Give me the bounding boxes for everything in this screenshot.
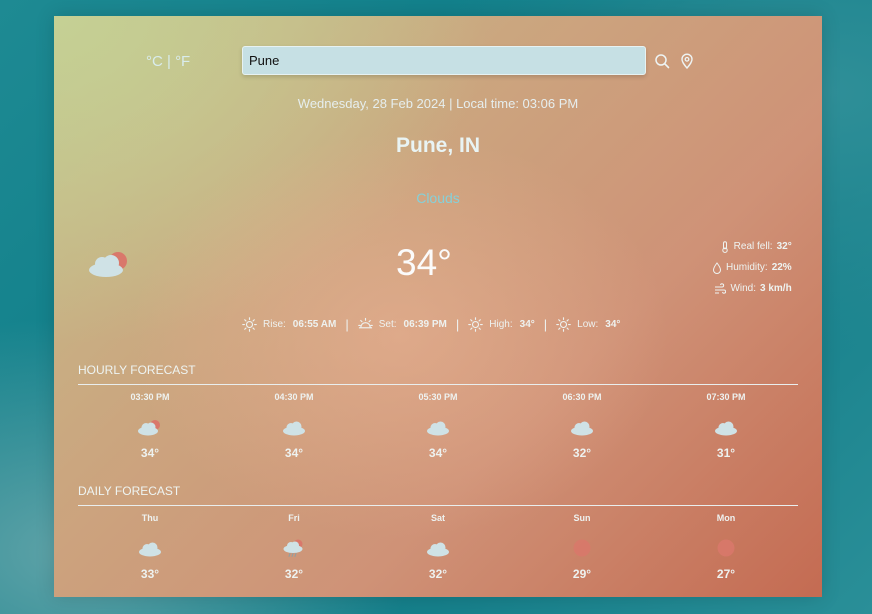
high-value: 34° [519,318,535,330]
hourly-item: 06:30 PM 32° [510,392,654,460]
daily-temp: 32° [428,567,448,581]
divider: | [345,316,349,332]
humidity-label: Humidity: [726,262,768,273]
real-feel-row: Real fell: 32° [712,236,792,257]
daily-item: Fri 32° [222,513,366,581]
hourly-forecast-row: 03:30 PM 34° 04:30 PM 34° 05:30 PM 34° 0… [78,392,798,460]
rain-cloud-icon [283,539,303,557]
daily-day: Fri [288,513,300,523]
wind-icon [715,282,727,294]
date-time: Wednesday, 28 Feb 2024 | Local time: 03:… [297,96,579,111]
hourly-item: 05:30 PM 34° [366,392,510,460]
sunset-item: Set: 06:39 PM [357,317,447,332]
cloud-icon [715,421,737,436]
hourly-icon-wrap [713,412,739,442]
hourly-temp: 34° [140,446,160,460]
daily-day: Sun [573,513,591,523]
hourly-temp: 31° [716,446,736,460]
daily-icon-wrap [425,533,451,563]
sunset-label: Set: [378,318,397,330]
thermometer-icon [721,240,728,253]
real-feel-value: 32° [776,241,792,252]
sunrise-icon [242,316,257,332]
daily-icon-wrap [572,533,592,563]
daily-temp: 29° [572,567,592,581]
wind-value: 3 km/h [760,283,792,294]
daily-divider [78,505,798,506]
high-label: High: [489,318,513,330]
sun-icon [556,316,571,332]
current-details: Real fell: 32° Humidity: 22% Wind: 3 km/… [712,236,792,299]
high-item: High: 34° [468,316,535,332]
daily-day: Mon [716,513,736,523]
wind-row: Wind: 3 km/h [712,278,792,299]
cloud-icon [571,421,593,436]
sun-disc-icon [717,539,735,557]
current-temperature: 34° [396,242,452,283]
daily-item: Thu 33° [78,513,222,581]
sun-disc-icon [573,539,591,557]
hourly-temp: 34° [428,446,448,460]
hourly-time: 04:30 PM [274,392,314,402]
hourly-temp: 32° [572,446,592,460]
daily-icon-wrap [137,533,163,563]
humidity-row: Humidity: 22% [712,257,792,278]
hourly-divider [78,384,798,385]
unit-toggle[interactable]: °C | °F [146,53,190,70]
sunrise-value: 06:55 AM [292,318,337,330]
hourly-icon-wrap [425,412,451,442]
low-item: Low: 34° [556,316,621,332]
cloud-icon [427,421,449,436]
cloud-icon [283,421,305,436]
hourly-time: 05:30 PM [418,392,458,402]
sunrise-label: Rise: [263,318,286,330]
sunset-icon [357,317,373,328]
daily-icon-wrap [716,533,736,563]
hourly-forecast-title: HOURLY FORECAST [78,363,196,377]
hourly-item: 03:30 PM 34° [78,392,222,460]
hourly-item: 07:30 PM 31° [654,392,798,460]
daily-day: Sat [430,513,445,523]
wind-label: Wind: [730,283,757,294]
humidity-value: 22% [771,262,792,273]
cloud-icon [427,542,449,557]
cloud-with-sun-icon [89,252,127,277]
hourly-icon-wrap [281,412,307,442]
daily-icon-wrap [281,533,307,563]
search-icon[interactable] [654,53,670,69]
hourly-item: 04:30 PM 34° [222,392,366,460]
weather-card: °C | °F Wednesday, 28 Feb 2024 | Local t… [54,16,822,597]
daily-forecast-row: Thu 33° Fri 32° Sat 32° Sun 29° Mon 27° [78,513,798,581]
real-feel-label: Real fell: [733,241,773,252]
hourly-time: 06:30 PM [562,392,602,402]
sun-icon [468,316,484,332]
daily-item: Mon 27° [654,513,798,581]
daily-forecast-title: DAILY FORECAST [78,484,181,498]
low-label: Low: [577,318,599,330]
daily-item: Sun 29° [510,513,654,581]
daily-item: Sat 32° [366,513,510,581]
city-name: Pune, IN [395,134,480,157]
daily-day: Thu [141,513,159,523]
sun-info-row: Rise: 06:55 AM | Set: 06:39 PM | High: 3… [242,315,620,333]
daily-temp: 33° [140,567,160,581]
low-value: 34° [605,318,621,330]
weather-condition: Clouds [416,190,460,206]
droplet-icon [712,261,722,274]
daily-temp: 32° [284,567,304,581]
hourly-icon-wrap [137,412,163,442]
sunrise-item: Rise: 06:55 AM [242,316,337,332]
cloud-with-sun-icon [138,420,160,436]
hourly-temp: 34° [284,446,304,460]
location-pin-icon[interactable] [679,53,695,69]
cloud-icon [139,542,161,557]
hourly-icon-wrap [569,412,595,442]
sunset-value: 06:39 PM [403,318,447,330]
divider: | [543,316,548,332]
divider: | [455,316,460,332]
hourly-time: 07:30 PM [706,392,746,402]
hourly-time: 03:30 PM [130,392,170,402]
daily-temp: 27° [716,567,736,581]
city-search-input[interactable] [242,46,646,75]
